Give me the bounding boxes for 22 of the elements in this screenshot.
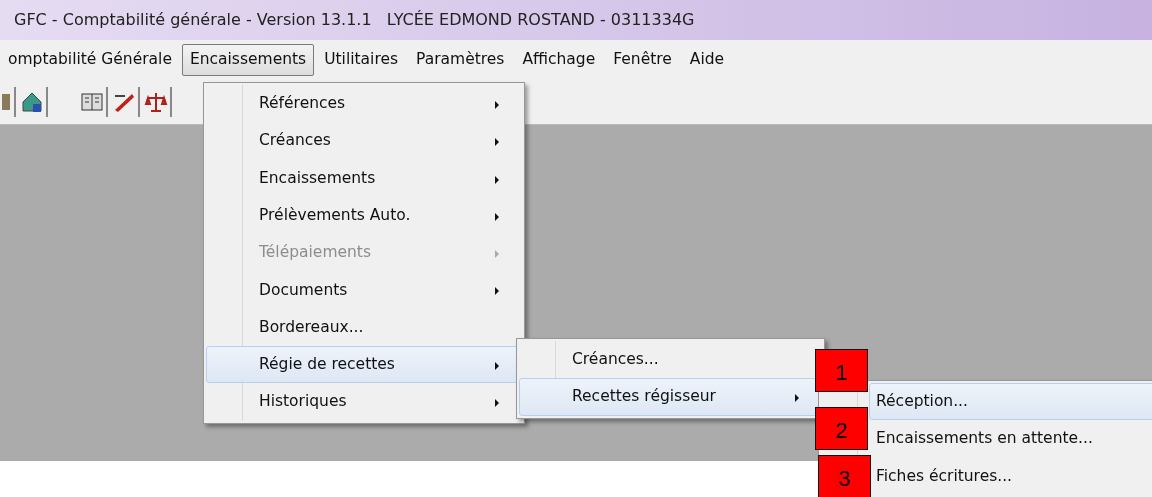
menu-item[interactable]: Fiches écritures...: [869, 457, 1152, 495]
menu-item[interactable]: Affichage: [514, 44, 604, 76]
book-icon[interactable]: [80, 90, 104, 114]
window-title: GFC - Comptabilité générale - Version 13.1.1 LYCÉE EDMOND ROSTAND - 0311334G: [14, 9, 695, 31]
menu-item[interactable]: Bordereaux...: [206, 308, 522, 347]
house-icon[interactable]: [20, 90, 44, 114]
menu-item[interactable]: Encaissements en attente...: [869, 420, 1152, 458]
menu-item[interactable]: Paramètres: [408, 44, 513, 76]
menu-item[interactable]: Encaissements: [206, 159, 522, 197]
menu-item[interactable]: Réception...: [869, 383, 1152, 421]
menu-item[interactable]: omptabilité Générale: [0, 44, 180, 76]
menu-item[interactable]: Fenêtre: [605, 44, 680, 76]
menu-item[interactable]: Utilitaires: [316, 44, 407, 76]
menu-item[interactable]: Documents: [206, 271, 522, 309]
scale-icon[interactable]: [144, 90, 168, 114]
menu-item[interactable]: Créances: [206, 122, 522, 160]
menu-item[interactable]: Aide: [681, 44, 733, 76]
menu-item[interactable]: Prélèvements Auto.: [206, 196, 522, 235]
callout-label: 2: [815, 407, 868, 450]
menu-item[interactable]: Encaissements: [181, 44, 315, 76]
callout-label: 1: [815, 349, 868, 392]
callout-label: 3: [818, 455, 871, 497]
